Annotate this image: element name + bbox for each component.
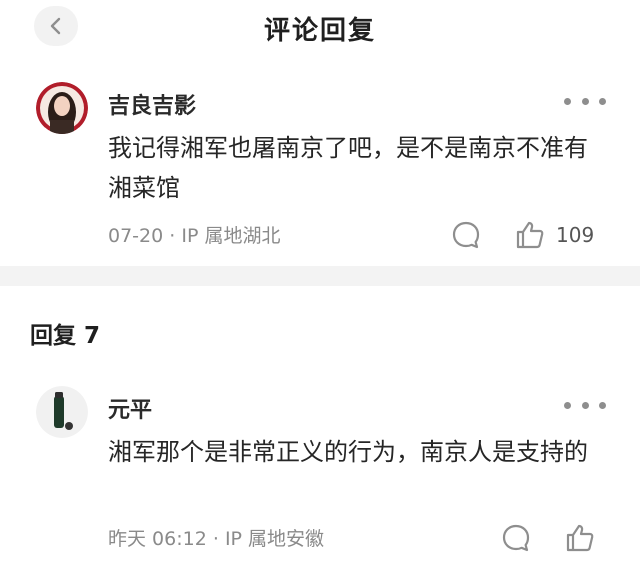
- comment-meta: 07-20 · IP 属地湖北: [108, 225, 281, 247]
- reply-ip-location: IP 属地安徽: [224, 528, 325, 550]
- reply-date: 昨天 06:12: [108, 528, 207, 550]
- comment-username[interactable]: 吉良吉影: [108, 88, 196, 120]
- page-title: 评论回复: [263, 16, 376, 46]
- more-options-button[interactable]: [564, 91, 606, 111]
- top-bar: 评论回复: [0, 0, 640, 58]
- thumbs-up-icon: [516, 221, 544, 249]
- more-dots-icon: [564, 97, 571, 105]
- comment-bubble-icon[interactable]: [500, 522, 532, 554]
- reply-username[interactable]: 元平: [108, 392, 152, 424]
- avatar[interactable]: [36, 82, 88, 134]
- reply-text: 湘军那个是非常正义的行为，南京人是支持的: [108, 438, 588, 466]
- more-options-button[interactable]: [564, 395, 606, 415]
- comment-text: 我记得湘军也屠南京了吧，是不是南京不准有湘菜馆: [108, 134, 588, 202]
- like-count: 109: [556, 223, 595, 247]
- replies-heading: 回复 7: [30, 323, 101, 349]
- reply-meta: 昨天 06:12 · IP 属地安徽: [108, 528, 325, 550]
- thumbs-up-icon: [566, 524, 594, 552]
- avatar-image: [36, 386, 88, 438]
- like-button[interactable]: [564, 522, 596, 554]
- comment-bubble-icon[interactable]: [450, 219, 482, 251]
- more-dots-icon: [564, 401, 571, 409]
- like-button[interactable]: 109: [514, 219, 594, 251]
- avatar-image: [36, 82, 88, 134]
- comment-ip-location: IP 属地湖北: [181, 225, 281, 247]
- comment-date: 07-20: [108, 225, 164, 247]
- avatar[interactable]: [36, 386, 88, 438]
- section-divider: [0, 266, 640, 286]
